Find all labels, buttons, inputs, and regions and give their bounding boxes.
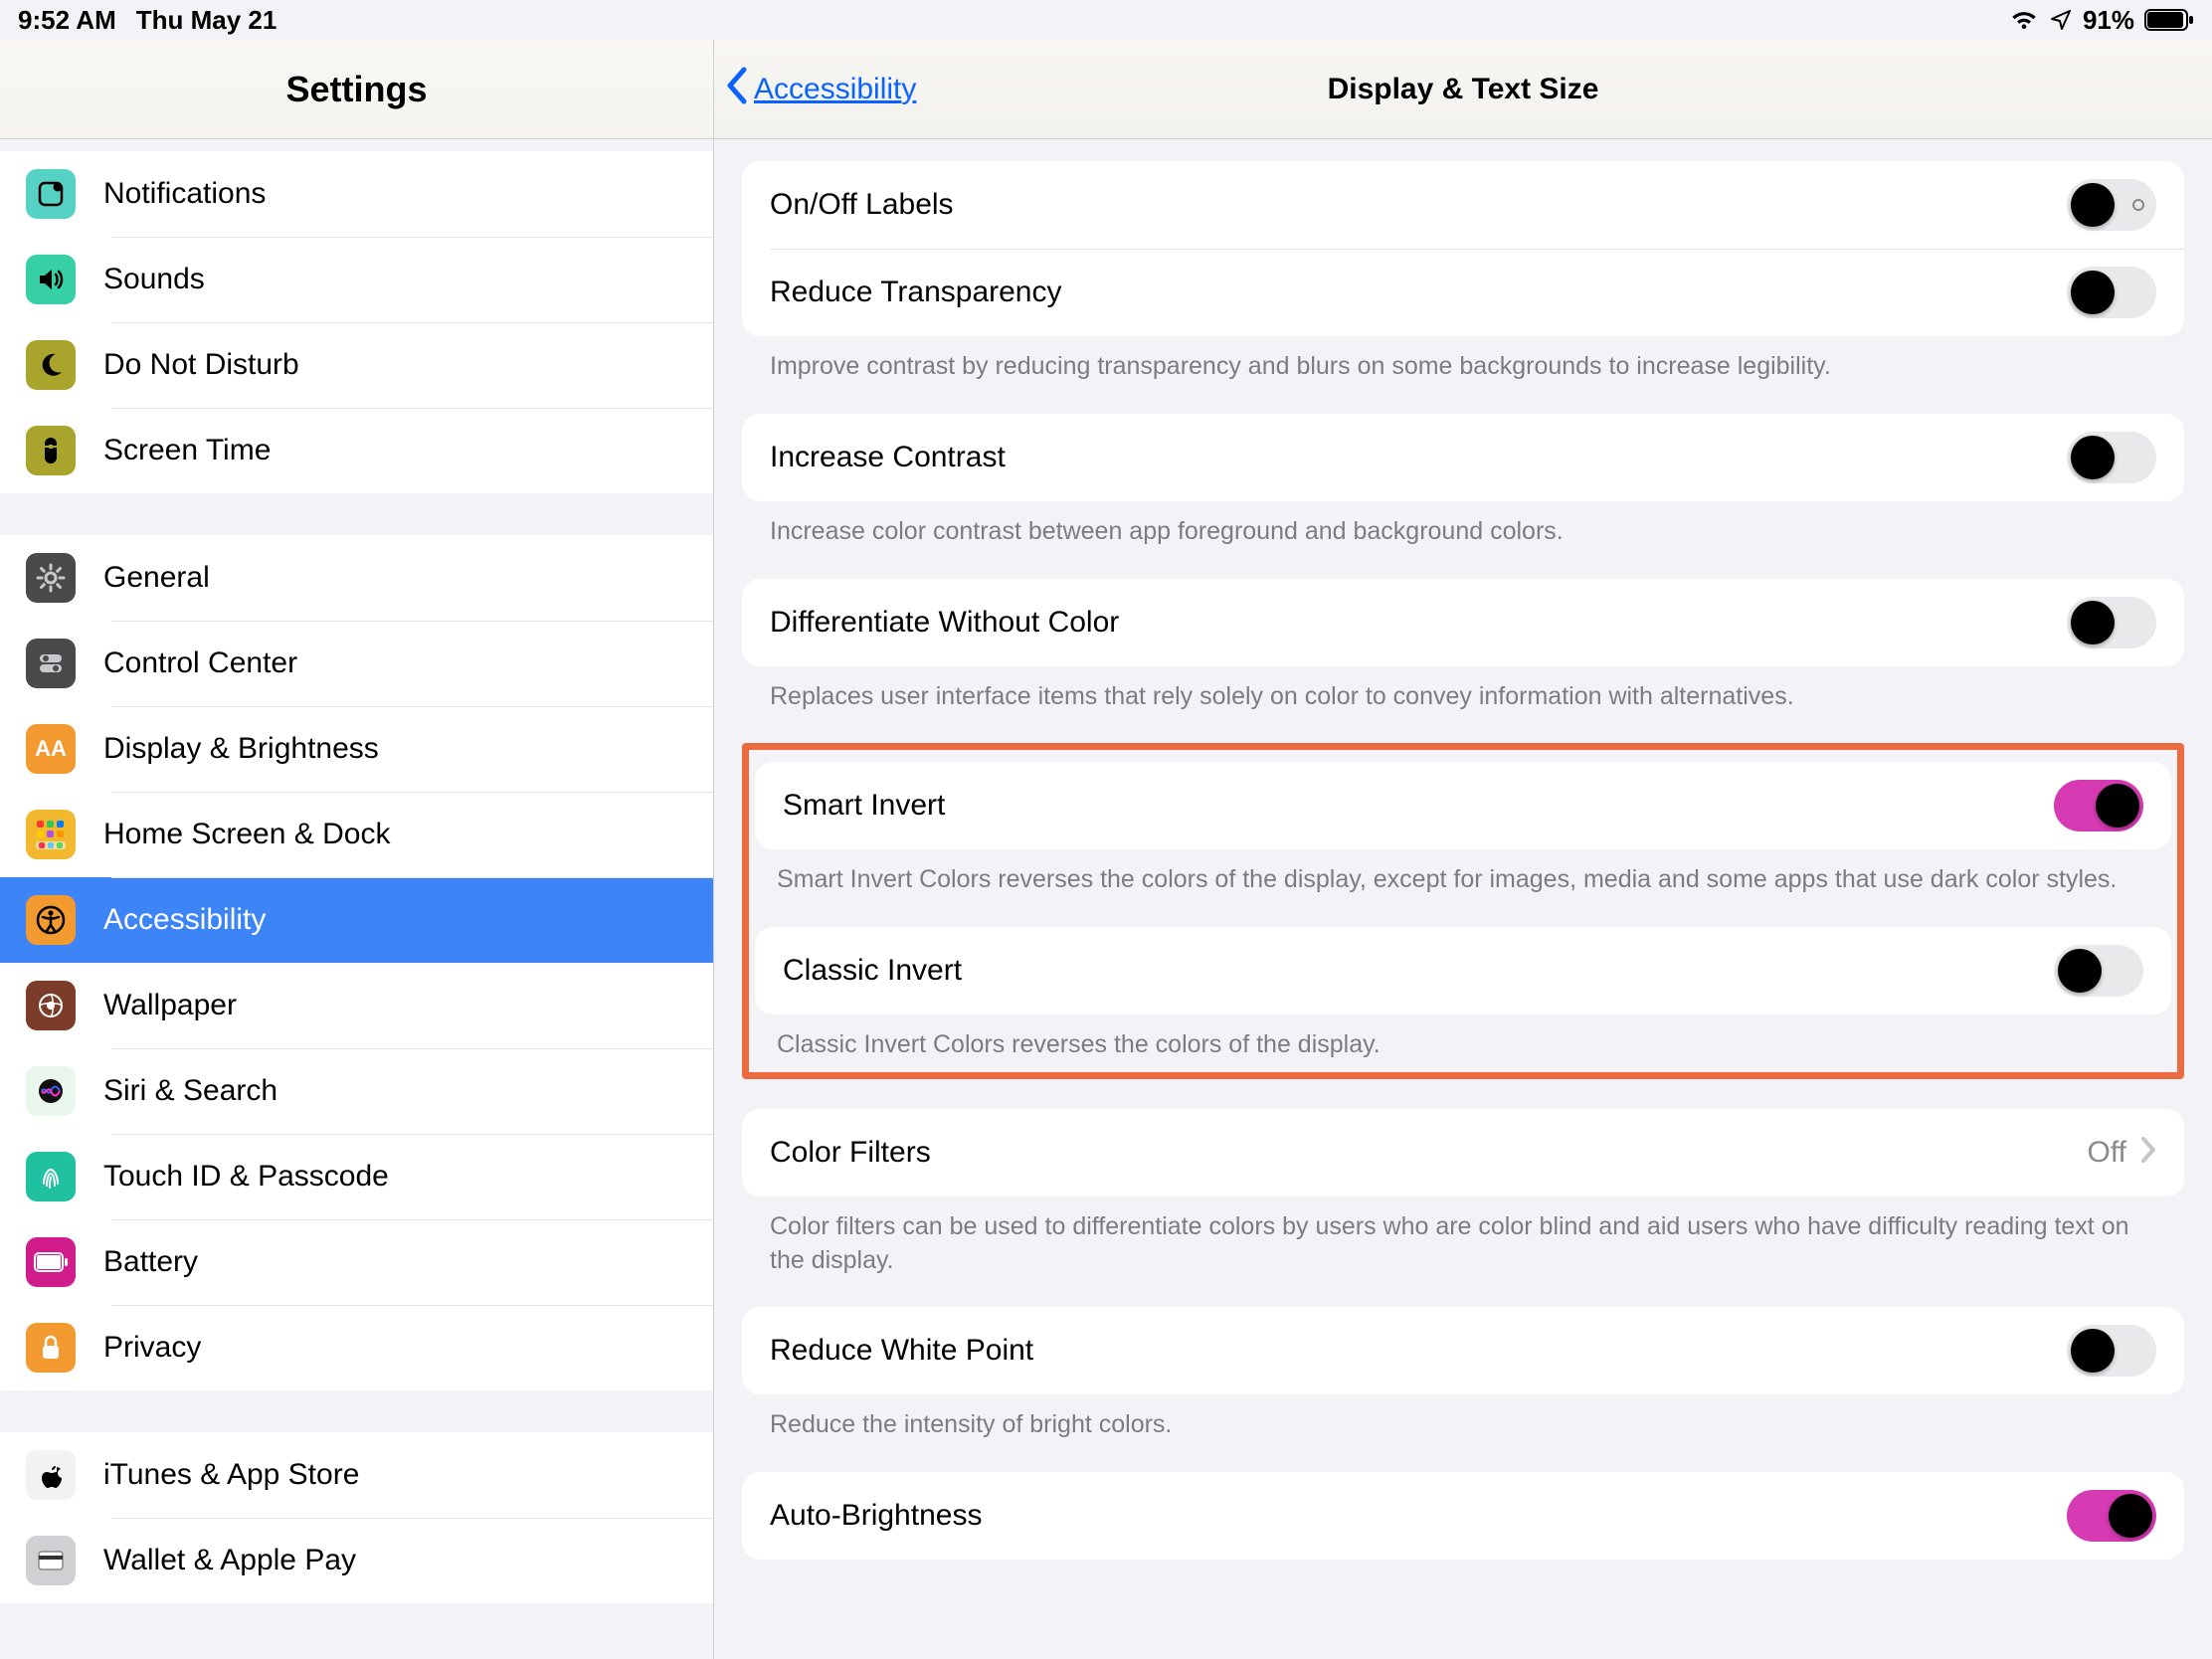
setting-label: Auto-Brightness <box>770 1499 2067 1533</box>
sidebar-item-label: Screen Time <box>103 434 271 467</box>
highlight-box: Smart Invert Smart Invert Colors reverses… <box>742 743 2184 1079</box>
sidebar-item-label: Control Center <box>103 646 297 680</box>
sidebar-title: Settings <box>0 40 713 139</box>
setting-footer: Increase color contrast between app fore… <box>742 501 2184 549</box>
status-date: Thu May 21 <box>136 5 277 36</box>
sidebar-item-homedock[interactable]: Home Screen & Dock <box>0 792 713 877</box>
detail-pane: Accessibility Display & Text Size On/Off… <box>714 40 2212 1659</box>
toggle[interactable] <box>2067 1490 2156 1542</box>
sidebar-item-label: Accessibility <box>103 903 266 937</box>
battery-icon <box>2144 8 2194 32</box>
location-icon <box>2049 8 2073 32</box>
sidebar-item-label: Display & Brightness <box>103 732 379 766</box>
sounds-icon <box>26 255 76 304</box>
sidebar-item-wallpaper[interactable]: Wallpaper <box>0 963 713 1048</box>
sidebar-item-itunes[interactable]: iTunes & App Store <box>0 1432 713 1518</box>
setting-footer: Classic Invert Colors reverses the color… <box>755 1014 2171 1062</box>
sidebar-item-display[interactable]: AA Display & Brightness <box>0 706 713 792</box>
status-time: 9:52 AM <box>18 5 116 36</box>
wallet-icon <box>26 1536 76 1585</box>
sidebar-item-label: Siri & Search <box>103 1074 277 1108</box>
setting-onoff: On/Off Labels <box>742 161 2184 249</box>
setting-footer: Replaces user interface items that rely … <box>742 666 2184 714</box>
setting-label: On/Off Labels <box>770 188 2067 222</box>
sidebar-item-label: General <box>103 561 210 595</box>
setting-footer: Reduce the intensity of bright colors. <box>742 1394 2184 1442</box>
sidebar-item-siri[interactable]: Siri & Search <box>0 1048 713 1134</box>
setting-classicinvert: Classic Invert <box>755 927 2171 1014</box>
setting-label: Reduce White Point <box>770 1334 2067 1368</box>
setting-label: Smart Invert <box>783 789 2054 823</box>
settings-sidebar: Settings Notifications Sounds Do Not Distu… <box>0 40 714 1659</box>
touchid-icon <box>26 1152 76 1201</box>
general-icon <box>26 553 76 603</box>
chevron-left-icon <box>724 67 748 112</box>
detail-title: Display & Text Size <box>714 73 2212 106</box>
setting-label: Differentiate Without Color <box>770 606 2067 640</box>
controlcenter-icon <box>26 639 76 688</box>
privacy-icon <box>26 1323 76 1373</box>
sidebar-item-label: iTunes & App Store <box>103 1458 359 1492</box>
setting-label: Increase Contrast <box>770 441 2067 474</box>
wifi-icon <box>2009 9 2039 31</box>
homedock-icon <box>26 810 76 859</box>
back-label: Accessibility <box>754 73 916 106</box>
accessibility-icon <box>26 895 76 945</box>
sidebar-item-label: Do Not Disturb <box>103 348 299 382</box>
sidebar-item-battery[interactable]: Battery <box>0 1219 713 1305</box>
toggle[interactable] <box>2067 179 2156 231</box>
itunes-icon <box>26 1450 76 1500</box>
toggle[interactable] <box>2054 780 2143 831</box>
sidebar-item-privacy[interactable]: Privacy <box>0 1305 713 1390</box>
back-button[interactable]: Accessibility <box>714 67 916 112</box>
sidebar-item-label: Battery <box>103 1245 198 1279</box>
status-bar: 9:52 AM Thu May 21 91% <box>0 0 2212 40</box>
sidebar-item-sounds[interactable]: Sounds <box>0 237 713 322</box>
setting-colorfilters[interactable]: Color FiltersOff <box>742 1109 2184 1197</box>
battery-percent: 91% <box>2083 5 2134 36</box>
toggle[interactable] <box>2067 597 2156 648</box>
battery-icon <box>26 1237 76 1287</box>
sidebar-item-label: Touch ID & Passcode <box>103 1160 389 1194</box>
siri-icon <box>26 1066 76 1116</box>
setting-smartinvert: Smart Invert <box>755 762 2171 849</box>
toggle[interactable] <box>2067 432 2156 483</box>
setting-autobright: Auto-Brightness <box>742 1472 2184 1560</box>
sidebar-item-controlcenter[interactable]: Control Center <box>0 621 713 706</box>
setting-footer: Improve contrast by reducing transparenc… <box>742 336 2184 384</box>
setting-reducetrans: Reduce Transparency <box>742 249 2184 336</box>
sidebar-item-screentime[interactable]: Screen Time <box>0 408 713 493</box>
sidebar-item-touchid[interactable]: Touch ID & Passcode <box>0 1134 713 1219</box>
sidebar-item-accessibility[interactable]: Accessibility <box>0 877 713 963</box>
detail-header: Accessibility Display & Text Size <box>714 40 2212 139</box>
toggle[interactable] <box>2054 945 2143 997</box>
dnd-icon <box>26 340 76 390</box>
sidebar-item-label: Notifications <box>103 177 266 211</box>
setting-footer: Color filters can be used to differentia… <box>742 1197 2184 1278</box>
toggle[interactable] <box>2067 267 2156 318</box>
setting-contrast: Increase Contrast <box>742 414 2184 501</box>
wallpaper-icon <box>26 981 76 1030</box>
setting-whitepoint: Reduce White Point <box>742 1307 2184 1394</box>
sidebar-item-label: Privacy <box>103 1331 201 1365</box>
toggle[interactable] <box>2067 1325 2156 1377</box>
setting-label: Reduce Transparency <box>770 276 2067 309</box>
setting-label: Color Filters <box>770 1136 2088 1170</box>
chevron-right-icon <box>2140 1136 2156 1169</box>
setting-footer: Smart Invert Colors reverses the colors … <box>755 849 2171 897</box>
sidebar-item-label: Wallpaper <box>103 989 237 1022</box>
setting-label: Classic Invert <box>783 954 2054 988</box>
sidebar-item-label: Home Screen & Dock <box>103 818 390 851</box>
sidebar-item-dnd[interactable]: Do Not Disturb <box>0 322 713 408</box>
sidebar-item-notifications[interactable]: Notifications <box>0 151 713 237</box>
sidebar-item-label: Wallet & Apple Pay <box>103 1544 356 1577</box>
screentime-icon <box>26 426 76 475</box>
sidebar-item-wallet[interactable]: Wallet & Apple Pay <box>0 1518 713 1603</box>
display-icon: AA <box>26 724 76 774</box>
setting-diffcolor: Differentiate Without Color <box>742 579 2184 666</box>
sidebar-item-label: Sounds <box>103 263 205 296</box>
sidebar-item-general[interactable]: General <box>0 535 713 621</box>
setting-value: Off <box>2088 1136 2126 1170</box>
notifications-icon <box>26 169 76 219</box>
